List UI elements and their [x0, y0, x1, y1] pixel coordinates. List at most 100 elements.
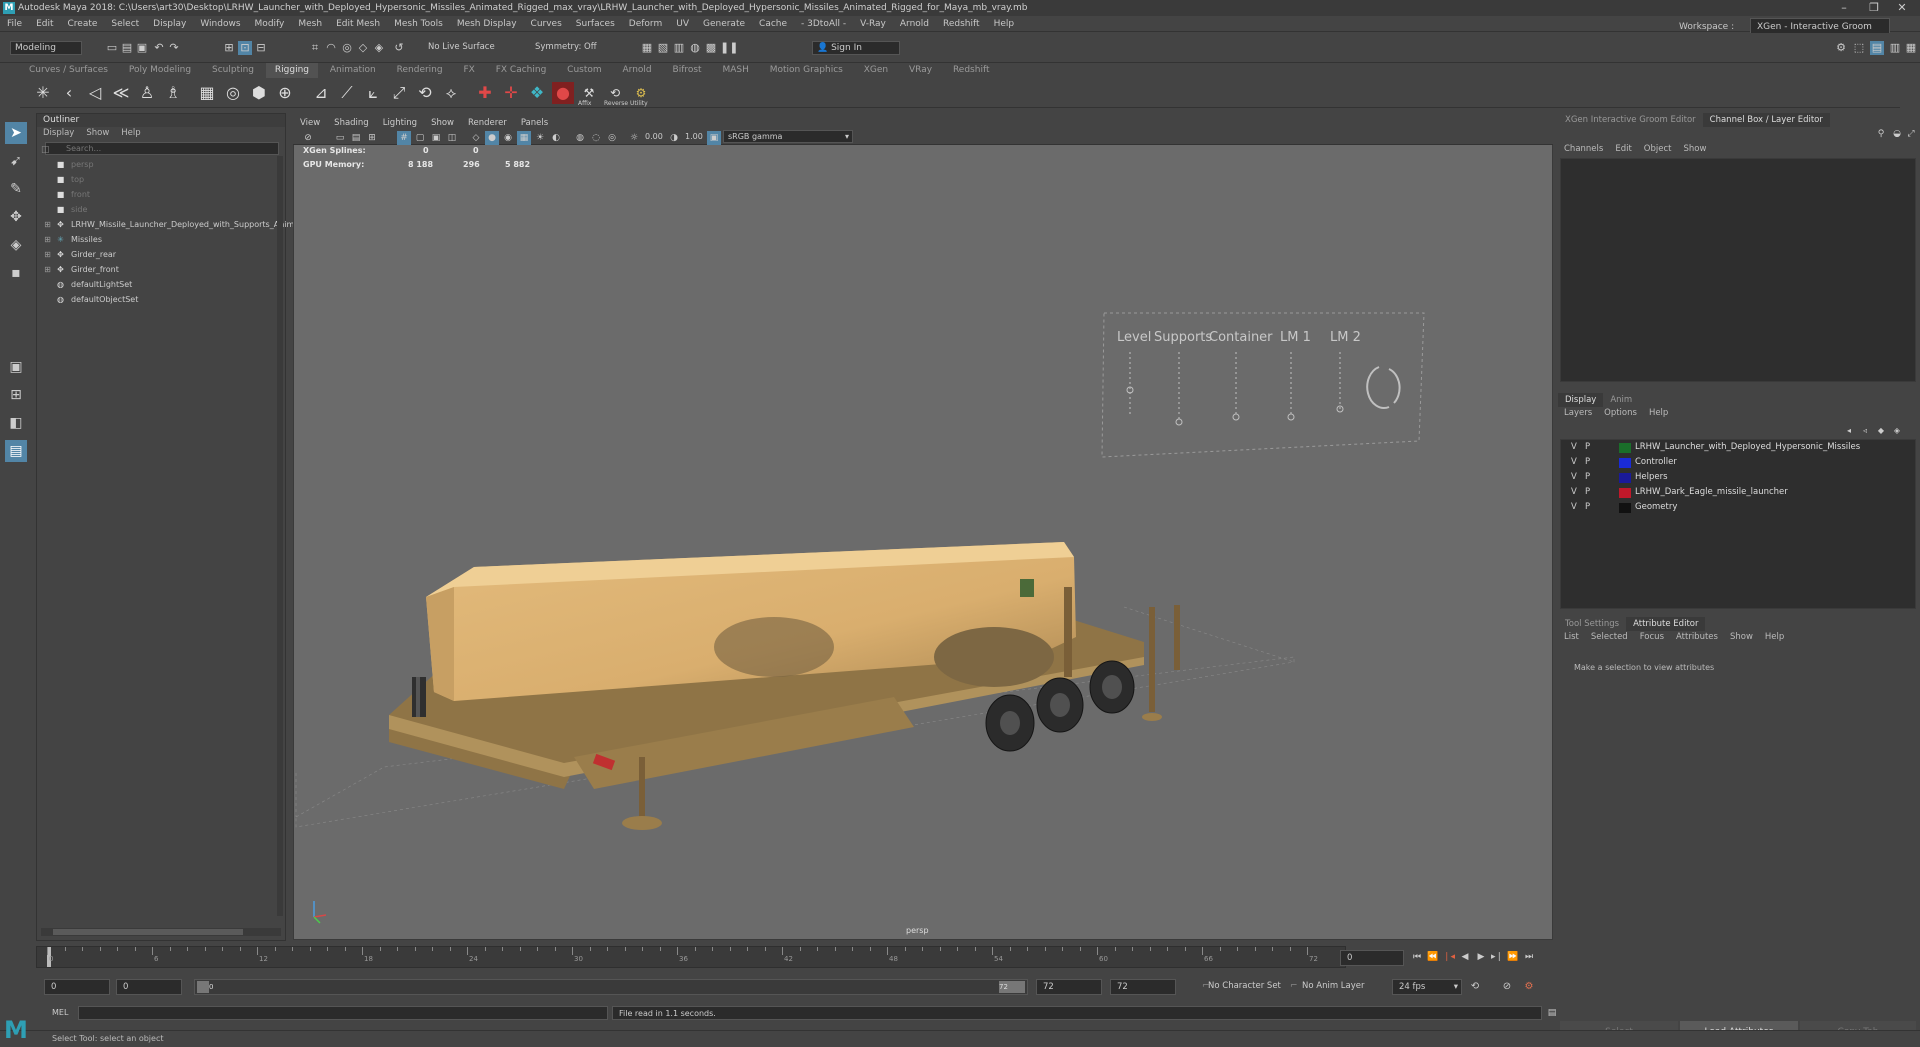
outliner-vertical-scrollbar[interactable]: [277, 156, 283, 916]
menu-file[interactable]: File: [0, 16, 29, 32]
xray-joints-icon[interactable]: ◎: [605, 131, 619, 145]
move-layer-up-icon[interactable]: ◂: [1842, 424, 1856, 438]
snap-curve-icon[interactable]: ◠: [324, 41, 338, 55]
range-start-field[interactable]: 0: [44, 979, 110, 995]
wireframe-icon[interactable]: ◇: [469, 131, 483, 145]
controller-label-level[interactable]: Level: [1117, 330, 1151, 345]
menu-cache[interactable]: Cache: [752, 16, 794, 32]
layer-color-swatch[interactable]: [1619, 488, 1631, 498]
menu-redshift[interactable]: Redshift: [936, 16, 987, 32]
menu-edit[interactable]: Edit: [29, 16, 60, 32]
toggle-channel-box-icon[interactable]: ▦: [1904, 41, 1918, 55]
layer-playback-toggle[interactable]: P: [1585, 500, 1590, 515]
tab-channel-box[interactable]: Channel Box / Layer Editor: [1702, 113, 1830, 127]
history-icon[interactable]: ↺: [392, 41, 406, 55]
channels-menu-channels[interactable]: Channels: [1558, 143, 1609, 156]
viewport-menu-shading[interactable]: Shading: [327, 116, 376, 130]
outliner-horizontal-scrollbar[interactable]: [41, 928, 281, 936]
channels-menu-edit[interactable]: Edit: [1609, 143, 1637, 156]
go-to-end-icon[interactable]: ⏭: [1522, 950, 1536, 964]
layer-playback-toggle[interactable]: P: [1585, 440, 1590, 455]
snap-view-icon[interactable]: ◇: [356, 41, 370, 55]
tab-display-layers[interactable]: Display: [1558, 393, 1604, 407]
smooth-bind-icon[interactable]: ▦: [196, 82, 218, 104]
menu-create[interactable]: Create: [61, 16, 105, 32]
new-layer-icon[interactable]: ◆: [1874, 424, 1888, 438]
orient-constraint-icon[interactable]: ⟀: [362, 82, 384, 104]
attr-menu-attributes[interactable]: Attributes: [1670, 631, 1724, 644]
insert-joint-icon[interactable]: ≪: [110, 82, 132, 104]
shelf-tab-sculpting[interactable]: Sculpting: [203, 63, 263, 78]
layer-row-helpers[interactable]: V P Helpers: [1561, 470, 1915, 485]
step-back-key-icon[interactable]: ⏪: [1426, 950, 1440, 964]
colorspace-dropdown[interactable]: sRGB gamma ▾: [723, 130, 853, 143]
viewport-menu-renderer[interactable]: Renderer: [461, 116, 514, 130]
ik-spline-icon[interactable]: ◁: [84, 82, 106, 104]
controller-label-supports[interactable]: Supports: [1154, 330, 1212, 345]
outliner-item-persp[interactable]: ■ persp: [37, 157, 285, 172]
controller-label-lm2[interactable]: LM 2: [1330, 330, 1361, 345]
3d-viewport[interactable]: [293, 116, 1553, 940]
camera-attributes-icon[interactable]: ⊘: [301, 131, 315, 145]
move-layer-down-icon[interactable]: ◃: [1858, 424, 1872, 438]
menu-mesh-tools[interactable]: Mesh Tools: [387, 16, 450, 32]
menu-help[interactable]: Help: [987, 16, 1022, 32]
menu-generate[interactable]: Generate: [696, 16, 752, 32]
anim-layer-icon[interactable]: ⌐: [1290, 981, 1298, 991]
menu-arnold[interactable]: Arnold: [893, 16, 936, 32]
step-back-frame-icon[interactable]: ❘◂: [1442, 950, 1456, 964]
step-forward-frame-icon[interactable]: ▸❘: [1490, 950, 1504, 964]
parent-constraint-icon[interactable]: ⟲: [414, 82, 436, 104]
bookmark-icon[interactable]: ▭: [333, 131, 347, 145]
maximize-icon[interactable]: ❐: [1860, 0, 1888, 16]
anim-layer-label[interactable]: No Anim Layer: [1302, 981, 1365, 991]
command-input[interactable]: [78, 1006, 608, 1020]
resolution-gate-icon[interactable]: ▣: [429, 131, 443, 145]
select-component-icon[interactable]: ⊟: [254, 41, 268, 55]
two-view-icon[interactable]: ◧: [5, 412, 27, 434]
outliner-item-side[interactable]: ■ side: [37, 202, 285, 217]
render-settings-icon[interactable]: ▥: [672, 41, 686, 55]
range-slider[interactable]: 0 72: [194, 979, 1028, 995]
range-slider-end[interactable]: 72: [999, 981, 1025, 993]
outliner-item-default-object-set[interactable]: ◍ defaultObjectSet: [37, 292, 285, 307]
layers-menu-help[interactable]: Help: [1643, 407, 1674, 420]
controller-label-container[interactable]: Container: [1209, 330, 1273, 345]
layer-visibility-toggle[interactable]: V: [1571, 455, 1577, 470]
new-layer-selected-icon[interactable]: ◈: [1890, 424, 1904, 438]
expand-icon[interactable]: ⊞: [43, 262, 52, 277]
shelf-tab-redshift[interactable]: Redshift: [944, 63, 999, 78]
point-constraint-icon[interactable]: ⊿: [310, 82, 332, 104]
layer-color-swatch[interactable]: [1619, 473, 1631, 483]
sign-in-button[interactable]: 👤 Sign In: [812, 41, 900, 55]
auto-key-icon[interactable]: ⊘: [1500, 980, 1514, 994]
four-view-icon[interactable]: ⊞: [5, 384, 27, 406]
humanik-icon[interactable]: ♙: [136, 82, 158, 104]
tab-attribute-editor[interactable]: Attribute Editor: [1626, 617, 1706, 631]
layers-menu-options[interactable]: Options: [1598, 407, 1643, 420]
cluster-icon[interactable]: ⬢: [248, 82, 270, 104]
animation-prefs-icon[interactable]: ⚙: [1522, 980, 1536, 994]
snap-point-icon[interactable]: ◎: [340, 41, 354, 55]
gamma-icon[interactable]: ◑: [667, 131, 681, 145]
channel-options-icon[interactable]: ◒: [1890, 127, 1904, 141]
viewport-menu-panels[interactable]: Panels: [514, 116, 555, 130]
outliner-search-input[interactable]: Search...: [45, 142, 279, 155]
range-playback-end-field[interactable]: 72: [1036, 979, 1102, 995]
outliner-item-girder-rear[interactable]: ⊞ ✥ Girder_rear: [37, 247, 285, 262]
pole-vector-icon[interactable]: ⟡: [440, 82, 462, 104]
wireframe-on-shaded-icon[interactable]: ◉: [501, 131, 515, 145]
film-gate-icon[interactable]: ▢: [413, 131, 427, 145]
shelf-tab-rigging[interactable]: Rigging: [265, 63, 318, 78]
channel-key-icon[interactable]: ⚲: [1874, 127, 1888, 141]
layers-menu-layers[interactable]: Layers: [1558, 407, 1598, 420]
expand-icon[interactable]: ⊞: [43, 232, 52, 247]
lights-icon[interactable]: ☀: [533, 131, 547, 145]
paint-select-icon[interactable]: ✎: [5, 178, 27, 200]
outliner-item-default-light-set[interactable]: ◍ defaultLightSet: [37, 277, 285, 292]
menu-windows[interactable]: Windows: [193, 16, 247, 32]
exposure-value[interactable]: 0.00: [645, 132, 663, 141]
play-backwards-icon[interactable]: ◀: [1458, 950, 1472, 964]
outliner-menu-show[interactable]: Show: [80, 127, 115, 140]
tab-anim-layers[interactable]: Anim: [1603, 393, 1639, 407]
